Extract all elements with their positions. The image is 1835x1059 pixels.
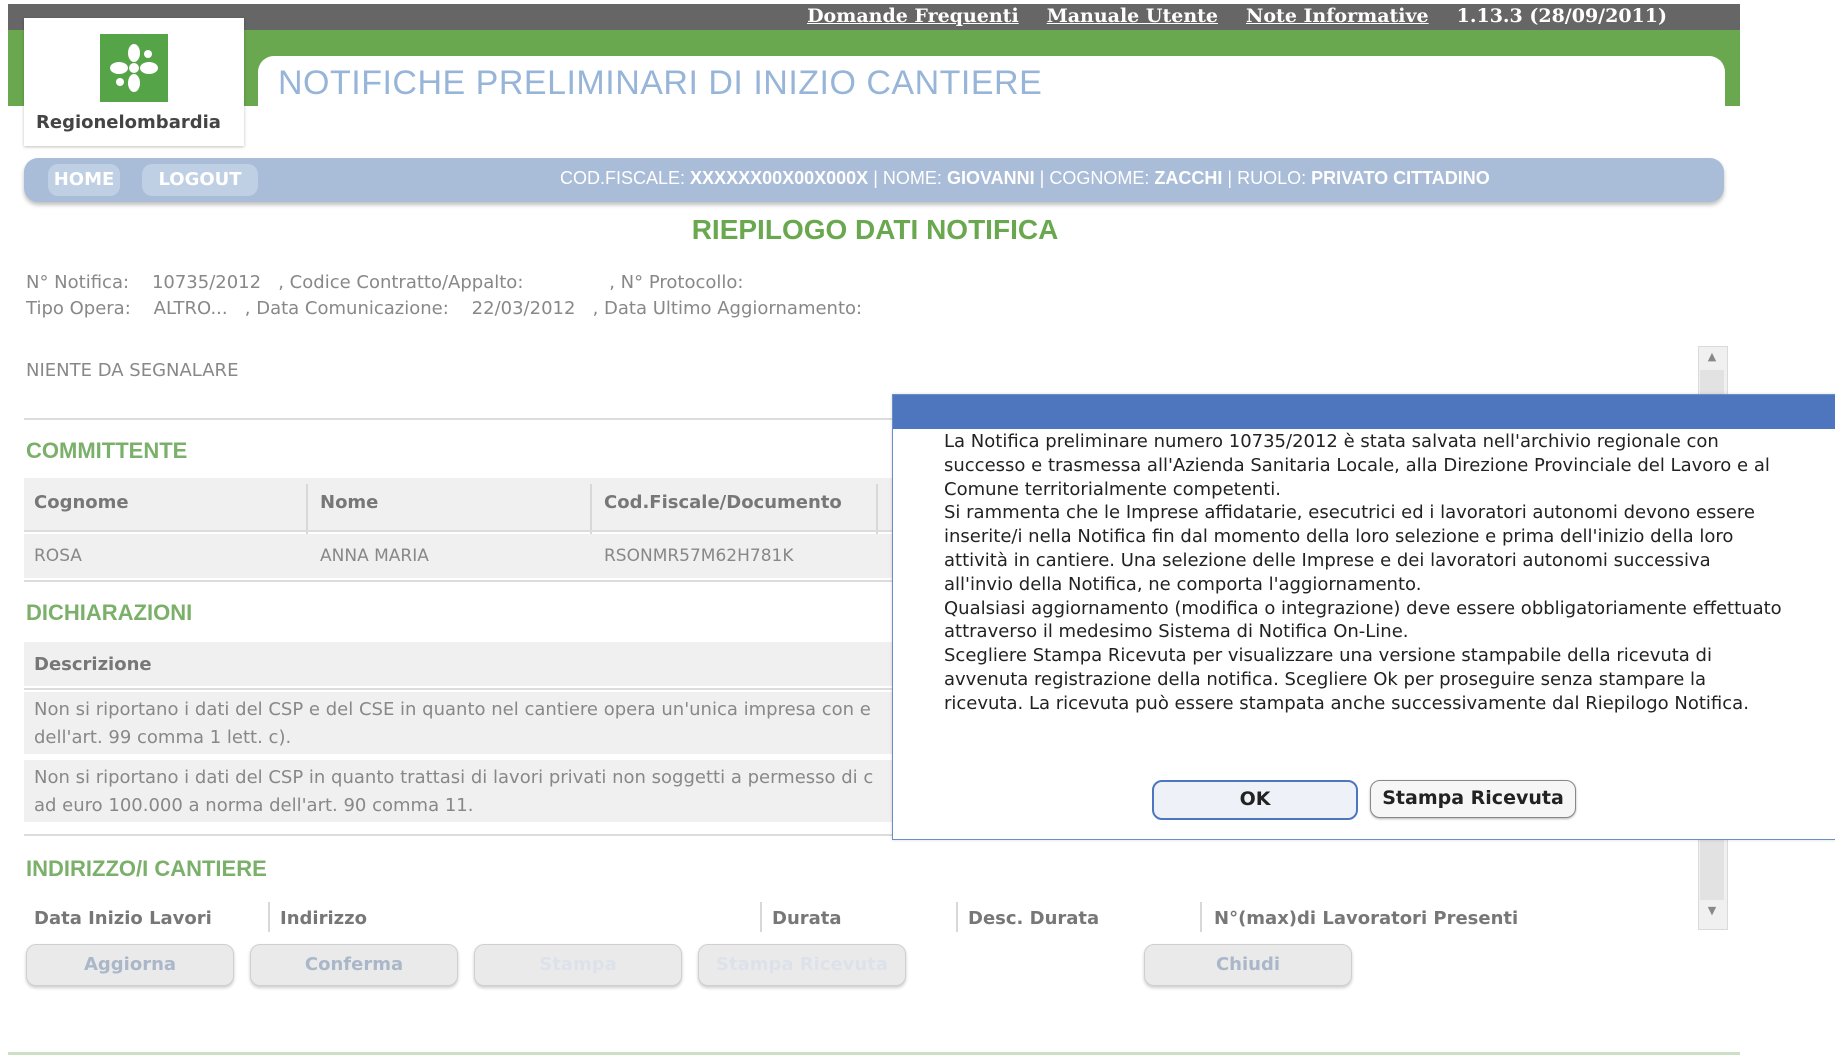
col-separator <box>956 902 958 932</box>
home-button[interactable]: HOME <box>48 164 120 196</box>
divider <box>24 580 894 582</box>
dialog-message: La Notifica preliminare numero 10735/201… <box>944 430 1784 716</box>
page-title: RIEPILOGO DATI NOTIFICA <box>691 214 1059 245</box>
cognome-value: ZACCHI <box>1154 168 1223 188</box>
nome-value: GIOVANNI <box>946 168 1035 188</box>
nome-label: NOME: <box>882 168 942 188</box>
ruolo-value: PRIVATO CITTADINO <box>1311 168 1490 188</box>
divider <box>24 834 894 836</box>
cell-cognome: ROSA <box>34 546 82 566</box>
ruolo-label: RUOLO: <box>1237 168 1307 188</box>
bottom-border <box>8 1052 1740 1055</box>
separator: | <box>873 168 878 188</box>
dialog-paragraph-3: Qualsiasi aggiornamento (modifica o inte… <box>944 597 1782 643</box>
col-codfiscale: Cod.Fiscale/Documento <box>604 492 842 513</box>
col-desc-durata: Desc. Durata <box>968 908 1100 929</box>
lombardia-rose-icon <box>100 34 168 102</box>
user-info: COD.FISCALE: XXXXXX00X00X000X | NOME: GI… <box>560 168 1490 189</box>
scroll-down-icon[interactable]: ▼ <box>1701 904 1723 924</box>
col-lavoratori: N°(max)di Lavoratori Presenti <box>1214 908 1519 929</box>
divider <box>24 688 892 690</box>
dichiarazioni-header-row <box>24 642 892 686</box>
separator: | <box>1039 168 1045 188</box>
cell-codfiscale: RSONMR57M62H781K <box>604 546 794 566</box>
cell-nome: ANNA MARIA <box>320 546 429 566</box>
user-manual-link[interactable]: Manuale Utente <box>1047 5 1218 27</box>
stampa-ricevuta-button[interactable]: Stampa Ricevuta <box>1370 780 1576 818</box>
cognome-label: COGNOME: <box>1049 168 1150 188</box>
col-durata: Durata <box>772 908 842 929</box>
top-links: Domande Frequenti Manuale Utente Note In… <box>807 5 1667 27</box>
cf-label: COD.FISCALE: <box>560 168 686 188</box>
divider <box>24 418 894 420</box>
dialog-paragraph-2: Si rammenta che le Imprese affidatarie, … <box>944 502 1755 595</box>
declaration-2-line2: ad euro 100.000 a norma dell'art. 90 com… <box>34 795 474 816</box>
stampa-ricevuta-page-button[interactable]: Stampa Ricevuta <box>698 944 906 986</box>
logout-button[interactable]: LOGOUT <box>142 164 258 196</box>
notification-meta-line1: N° Notifica: 10735/2012 , Codice Contrat… <box>26 272 744 293</box>
dialog-title-bar[interactable] <box>893 395 1835 429</box>
col-cognome: Cognome <box>34 492 129 513</box>
aggiorna-button[interactable]: Aggiorna <box>26 944 234 986</box>
separator: | <box>1227 168 1233 188</box>
cf-value: XXXXXX00X00X000X <box>690 168 869 188</box>
col-data-inizio: Data Inizio Lavori <box>34 908 212 929</box>
declaration-1-line1: Non si riportano i dati del CSP e del CS… <box>34 699 871 720</box>
cantiere-heading: INDIRIZZO/I CANTIERE <box>26 856 267 881</box>
col-separator <box>760 902 762 932</box>
col-separator <box>1200 902 1202 932</box>
info-notes-link[interactable]: Note Informative <box>1246 5 1429 27</box>
col-indirizzo: Indirizzo <box>280 908 367 929</box>
dichiarazioni-heading: DICHIARAZIONI <box>26 600 193 625</box>
scroll-up-icon[interactable]: ▲ <box>1701 350 1723 370</box>
col-separator <box>268 902 270 932</box>
version-label: 1.13.3 (28/09/2011) <box>1456 5 1667 27</box>
logo-text: Regionelombardia <box>36 112 221 133</box>
col-nome: Nome <box>320 492 379 513</box>
ok-button[interactable]: OK <box>1152 780 1358 820</box>
dialog-paragraph-4: Scegliere Stampa Ricevuta per visualizza… <box>944 645 1749 714</box>
declaration-2-line1: Non si riportano i dati del CSP in quant… <box>34 767 874 788</box>
app-title: NOTIFICHE PRELIMINARI DI INIZIO CANTIERE <box>278 64 1043 102</box>
conferma-button[interactable]: Conferma <box>250 944 458 986</box>
dialog-paragraph-1: La Notifica preliminare numero 10735/201… <box>944 431 1770 500</box>
niente-text: NIENTE DA SEGNALARE <box>26 360 239 381</box>
declaration-1-line2: dell'art. 99 comma 1 lett. c). <box>34 727 292 748</box>
stampa-button[interactable]: Stampa <box>474 944 682 986</box>
faq-link[interactable]: Domande Frequenti <box>807 5 1019 27</box>
chiudi-button[interactable]: Chiudi <box>1144 944 1352 986</box>
notification-meta-line2: Tipo Opera: ALTRO... , Data Comunicazion… <box>26 298 863 319</box>
divider <box>24 530 892 532</box>
col-descrizione: Descrizione <box>34 654 152 675</box>
committente-heading: COMMITTENTE <box>26 438 188 463</box>
